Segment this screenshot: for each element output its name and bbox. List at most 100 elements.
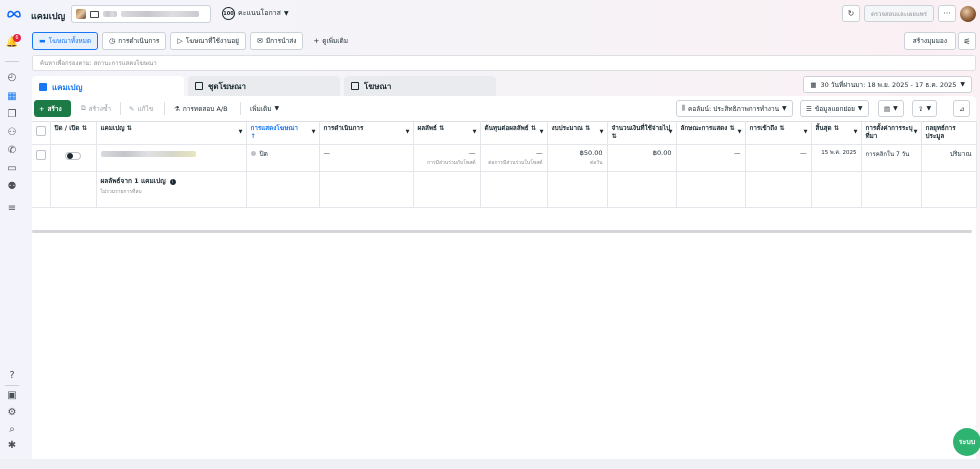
level-tab-ads[interactable]: โฆษณา [344, 76, 496, 96]
chevron-down-icon[interactable]: ▼ [312, 129, 316, 135]
column-header-bid-strategy[interactable]: กลยุทธ์การประมูล [921, 121, 977, 145]
top-bar: แคมเปญ 100 คะแนนโอกาส ▼ ↻ ตรวจสอบและเผยแ… [0, 0, 980, 28]
redacted-campaign-name[interactable] [100, 150, 196, 157]
folder-icon: ▬ [39, 37, 46, 45]
select-all-header[interactable] [32, 121, 51, 145]
date-range-picker[interactable]: ▦ 30 วันที่ผ่านมา: 18 พ.ย. 2025 - 17 ธ.ค… [803, 76, 972, 93]
column-header-impressions[interactable]: ลักษณะการแสดง ⇅ ▼ [676, 121, 746, 145]
campaign-toggle[interactable] [65, 151, 81, 160]
search-input[interactable]: ค้นหาเพื่อกรองตาม: สถานะการแสดงโฆษณา [32, 55, 976, 71]
sort-icon: ⇅ [585, 125, 591, 132]
tab-actions[interactable]: ◷ การดำเนินการ [102, 32, 167, 50]
column-header-results[interactable]: ผลลัพธ์ ⇅ ▼ [413, 121, 481, 145]
chevron-down-icon[interactable]: ▼ [854, 129, 858, 135]
refresh-button[interactable]: ↻ [842, 5, 861, 22]
chevron-down-icon[interactable]: ▼ [473, 129, 477, 135]
opportunity-score-selector[interactable]: 100 คะแนนโอกาส ▼ [222, 7, 289, 20]
chevron-down-icon[interactable]: ▼ [239, 129, 243, 135]
tab-delivered[interactable]: ✉ มีการนำส่ง [249, 32, 304, 50]
columns-label: คอลัมน์: ประสิทธิภาพการทำงาน [688, 104, 780, 113]
view-settings-button[interactable]: ⚟ [958, 32, 976, 50]
column-header-budget[interactable]: งบประมาณ ⇅ ▼ [547, 121, 608, 145]
ab-test-button[interactable]: ⚗ การทดสอบ A/B [169, 100, 233, 117]
audiences-icon[interactable]: ⚇ [6, 126, 18, 138]
chevron-down-icon[interactable]: ▼ [914, 129, 918, 135]
campaigns-table-icon[interactable]: ▦ [6, 90, 18, 102]
results-value: — [469, 148, 476, 157]
opportunity-score-badge: 100 [222, 7, 235, 20]
plus-icon: + [313, 37, 320, 45]
search-icon[interactable]: ⌕ [6, 423, 18, 435]
column-header-attribution[interactable]: การตั้งค่าการระบุที่มา ▼ [861, 121, 922, 145]
export-dropdown[interactable]: ⇪ ▼ [912, 100, 938, 117]
column-header-ends[interactable]: สิ้นสุด ⇅ ▼ [811, 121, 862, 145]
row-select-cell[interactable] [32, 144, 51, 172]
create-view-button[interactable]: สร้างมุมมอง [903, 32, 956, 50]
sort-icon: ⇅ [439, 125, 445, 132]
meta-logo-icon[interactable] [7, 9, 21, 18]
chevron-down-icon: ▼ [283, 10, 289, 17]
on-off-cell[interactable] [50, 144, 97, 172]
user-avatar[interactable] [960, 5, 976, 22]
column-header-on-off[interactable]: ปิด / เปิด ⇅ [50, 121, 97, 145]
reports-icon[interactable]: ▣ [6, 389, 18, 401]
billing-card-icon[interactable]: ▭ [6, 162, 18, 174]
chart-view-button[interactable]: ⊿ [953, 100, 971, 117]
chevron-down-icon[interactable]: ▼ [738, 129, 742, 135]
chevron-down-icon[interactable]: ▼ [406, 129, 410, 135]
column-header-campaign[interactable]: แคมเปญ ⇅ ▼ [96, 121, 247, 145]
business-settings-icon[interactable]: ⚉ [6, 180, 18, 192]
pages-icon[interactable]: ❐ [6, 108, 18, 120]
tab-see-more[interactable]: + ดูเพิ่มเติม [307, 32, 354, 50]
nav-divider [5, 61, 19, 62]
budget-cell[interactable]: ฿50.00 ต่อวัน [547, 144, 608, 172]
table-row[interactable]: ปิด — — การมีส่วนร่วมกับโพสต์ — ต่อการมีส่… [32, 144, 977, 172]
chevron-down-icon: ▼ [926, 105, 932, 112]
help-icon[interactable]: ? [6, 369, 18, 381]
column-header-delivery[interactable]: การแสดงโฆษณา ↑ ▼ [246, 121, 320, 145]
toolbar-divider [120, 102, 121, 115]
horizontal-scrollbar[interactable] [32, 230, 972, 233]
sort-ascending-icon: ↑ [250, 132, 256, 140]
chevron-down-icon[interactable]: ▼ [600, 129, 604, 135]
column-header-amount-spent[interactable]: จำนวนเงินที่ใช้จ่ายไป ⇅ ▼ [607, 121, 677, 145]
row-checkbox[interactable] [36, 149, 46, 160]
breakdown-icon: ☰ [806, 104, 812, 113]
chevron-down-icon[interactable]: ▼ [669, 129, 673, 135]
column-header-reach[interactable]: การเข้าถึง ⇅ ▼ [745, 121, 812, 145]
toolbar-divider [164, 102, 165, 115]
column-header-cost-per-result[interactable]: ต้นทุนต่อผลลัพธ์ ⇅ ▼ [480, 121, 548, 145]
plus-icon: + [39, 104, 45, 113]
summary-empty-cell [319, 171, 414, 208]
columns-dropdown[interactable]: ⫼ คอลัมน์: ประสิทธิภาพการทำงาน ▼ [676, 100, 793, 117]
calendar-icon: ▦ [810, 80, 817, 89]
level-tab-campaigns[interactable]: แคมเปญ [32, 76, 184, 98]
megaphone-icon[interactable]: ✆ [6, 144, 18, 156]
summary-empty-cell [607, 171, 677, 208]
level-tab-ad-sets[interactable]: ชุดโฆษณา [188, 76, 340, 96]
chevron-down-icon[interactable]: ▼ [540, 129, 544, 135]
bug-report-icon[interactable]: ✱ [6, 439, 18, 451]
menu-icon[interactable]: ≡ [6, 202, 18, 214]
create-button[interactable]: + สร้าง [34, 100, 71, 117]
ad-account-selector[interactable] [71, 5, 211, 23]
breakdown-dropdown[interactable]: ☰ ข้อมูลแยกย่อย ▼ [800, 100, 869, 117]
help-chat-button[interactable]: ระบบ [953, 428, 980, 456]
status-dot [250, 151, 256, 157]
more-options-button[interactable]: ··· [938, 5, 956, 22]
summary-label: ผลลัพธ์จาก 1 แคมเปญ [100, 176, 166, 185]
info-icon[interactable]: i [169, 178, 176, 185]
duplicate-button[interactable]: ⧉ สร้างซ้ำ [76, 100, 116, 117]
reports-dropdown[interactable]: ▤ ▼ [878, 100, 904, 117]
more-actions-dropdown[interactable]: เพิ่มเติม ▼ [245, 100, 284, 117]
settings-gear-icon[interactable]: ⚙ [6, 406, 18, 418]
tab-all-ads[interactable]: ▬ โฆษณาทั้งหมด [32, 32, 99, 50]
chevron-down-icon[interactable]: ▼ [804, 129, 808, 135]
dashboard-icon[interactable]: ◴ [6, 71, 18, 83]
campaign-name-cell[interactable] [96, 144, 247, 172]
column-header-actions[interactable]: การดำเนินการ ▼ [319, 121, 414, 145]
review-publish-button[interactable]: ตรวจสอบและเผยแพร่ [864, 5, 934, 22]
select-all-checkbox[interactable] [36, 126, 46, 136]
edit-button[interactable]: ✎ แก้ไข [124, 100, 158, 117]
tab-active-ads[interactable]: ▷ โฆษณาที่ใช้งานอยู่ [170, 32, 246, 50]
